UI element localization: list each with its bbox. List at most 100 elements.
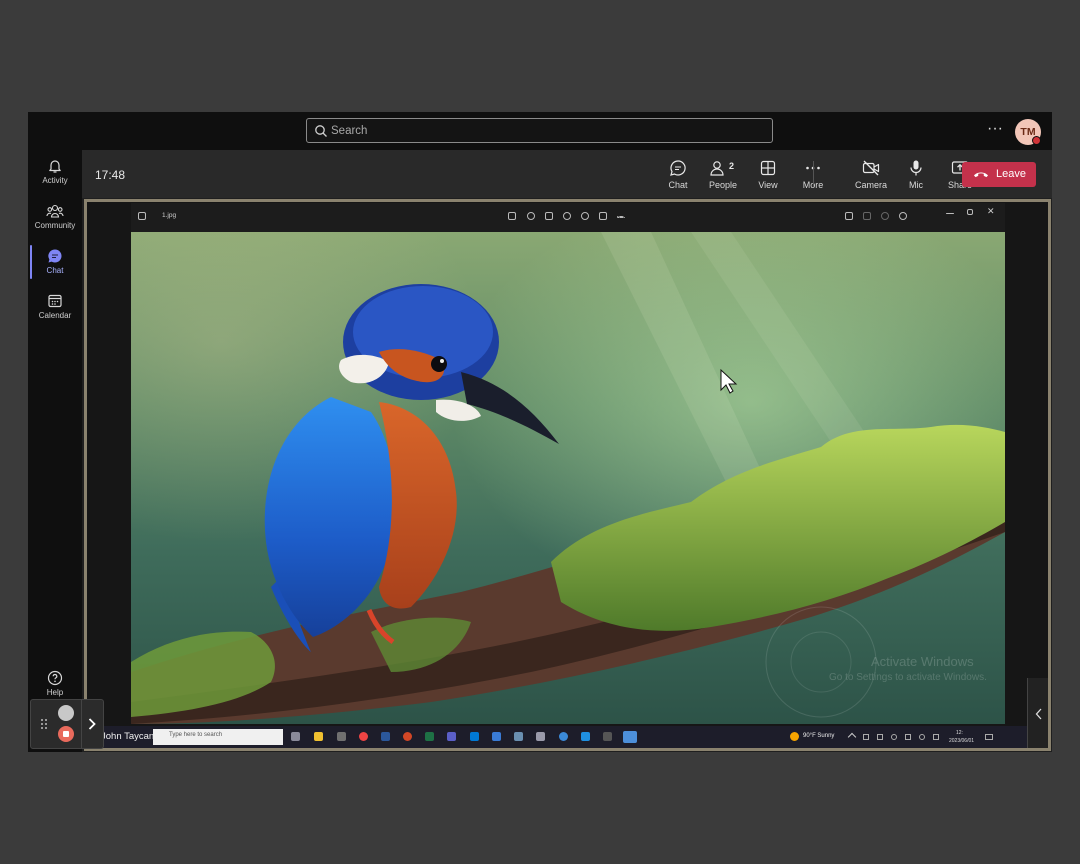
rail-label: Calendar [38, 311, 72, 320]
divider [813, 161, 814, 187]
people-label: People [708, 180, 738, 190]
camera-off-icon [862, 160, 880, 176]
presenter-name: John Taycan [101, 731, 155, 742]
presenter-toolbar [30, 699, 104, 749]
rail-label: Chat [46, 266, 64, 275]
help-icon [47, 670, 63, 686]
close-icon: ✕ [987, 206, 995, 216]
expand-panel-button[interactable] [1027, 678, 1048, 748]
mic-button[interactable]: Mic [894, 156, 938, 194]
leave-label: Leave [996, 168, 1026, 180]
chat-icon [48, 249, 62, 263]
calendar-icon [48, 294, 62, 308]
drag-handle-icon[interactable] [40, 718, 48, 730]
activate-windows-subtitle: Go to Settings to activate Windows. [829, 672, 987, 683]
rail-item-community[interactable]: Community [28, 203, 82, 245]
meeting-header: 17:48 Chat 2 People View Camera Mic Shar… [82, 150, 1052, 198]
people-icon [710, 161, 724, 176]
share-icon [599, 212, 607, 220]
chrome-icon [359, 732, 368, 741]
weather-icon [790, 732, 799, 741]
leave-button[interactable]: Leave [962, 162, 1036, 187]
files-icon [536, 732, 545, 741]
minimize-icon [946, 213, 954, 214]
camera-label: Camera [854, 180, 887, 190]
shared-screen-stage: 1.jpg ✕ Activate Windows Go to Settings … [84, 199, 1051, 751]
photo-viewer-titlebar: 1.jpg ✕ [131, 203, 1005, 232]
app-icon [492, 732, 501, 741]
camera-button[interactable]: Camera [849, 156, 893, 194]
app-icon [603, 732, 612, 741]
community-icon [46, 204, 64, 218]
chevron-right-icon[interactable] [87, 717, 97, 731]
excel-icon [425, 732, 434, 741]
network-icon [877, 734, 883, 740]
shared-taskbar: John Taycan Type here to search 90°F Sun… [87, 726, 1048, 748]
battery-icon [863, 734, 869, 740]
people-count: 2 [729, 161, 735, 171]
stop-sharing-button[interactable] [58, 726, 74, 742]
rail-item-chat[interactable]: Chat [28, 248, 82, 290]
bell-icon [49, 160, 61, 173]
display-icon [905, 734, 911, 740]
rail-label: Help [46, 688, 64, 697]
pause-sharing-button[interactable] [58, 705, 74, 721]
chevron-left-icon [1035, 708, 1042, 720]
search-icon [315, 125, 327, 137]
activate-windows-title: Activate Windows [871, 654, 974, 669]
kingfisher-illustration [131, 232, 1005, 724]
zoom-in-icon [899, 212, 907, 220]
view-grid-icon [760, 160, 776, 176]
browser-icon [559, 732, 568, 741]
top-bar: Search ··· TM [28, 112, 1052, 150]
task-view-icon [291, 732, 300, 741]
powerpoint-icon [403, 732, 412, 741]
vscode-icon [581, 732, 590, 741]
rail-item-calendar[interactable]: Calendar [28, 293, 82, 335]
photos-icon [623, 731, 637, 743]
view-button[interactable]: View [746, 156, 790, 194]
taskbar-search: Type here to search [153, 729, 283, 745]
taskbar-search-placeholder: Type here to search [169, 732, 223, 738]
edit-icon [508, 212, 516, 220]
tray-clock-date: 2023/06/01 [949, 738, 975, 744]
zoom-out-icon [881, 212, 889, 220]
search-placeholder: Search [331, 125, 368, 137]
teams-icon [447, 732, 456, 741]
camera-app-icon [514, 732, 523, 741]
rail-item-activity[interactable]: Activity [28, 158, 82, 200]
rail-label: Activity [42, 176, 68, 185]
status-badge [1032, 136, 1041, 145]
more-icon [617, 216, 625, 218]
search-input[interactable]: Search [306, 118, 773, 143]
people-button[interactable]: 2 People [701, 156, 745, 194]
volume-icon [933, 734, 939, 740]
chevron-up-icon [847, 732, 857, 742]
weather-text: 90°F Sunny [803, 733, 835, 739]
file-explorer-icon [314, 732, 323, 741]
app-rail: Activity Community Chat Calendar Help [28, 150, 82, 752]
more-options-icon[interactable]: ··· [987, 120, 1003, 138]
kingfisher-photo: Activate Windows Go to Settings to activ… [131, 232, 1005, 724]
mic-icon [910, 160, 922, 176]
terminal-icon [337, 732, 346, 741]
photo-filename: 1.jpg [162, 212, 177, 219]
hang-up-icon [974, 172, 988, 178]
divider [81, 700, 82, 748]
teams-window: Search ··· TM Activity Community Chat Ca… [28, 112, 1052, 752]
rotate-icon [527, 212, 535, 220]
info-icon [581, 212, 589, 220]
chat-button[interactable]: Chat [656, 156, 700, 194]
favorite-icon [563, 212, 571, 220]
word-icon [381, 732, 390, 741]
mic-tray-icon [919, 734, 925, 740]
notifications-icon [985, 734, 993, 740]
chat-icon [670, 160, 686, 176]
outlook-icon [470, 732, 479, 741]
fullscreen-icon [845, 212, 853, 220]
tray-clock-time: 12: [956, 730, 963, 736]
delete-icon [545, 212, 553, 220]
rail-label: Community [34, 221, 76, 230]
meeting-timer: 17:48 [95, 168, 126, 182]
maximize-icon [967, 209, 973, 215]
